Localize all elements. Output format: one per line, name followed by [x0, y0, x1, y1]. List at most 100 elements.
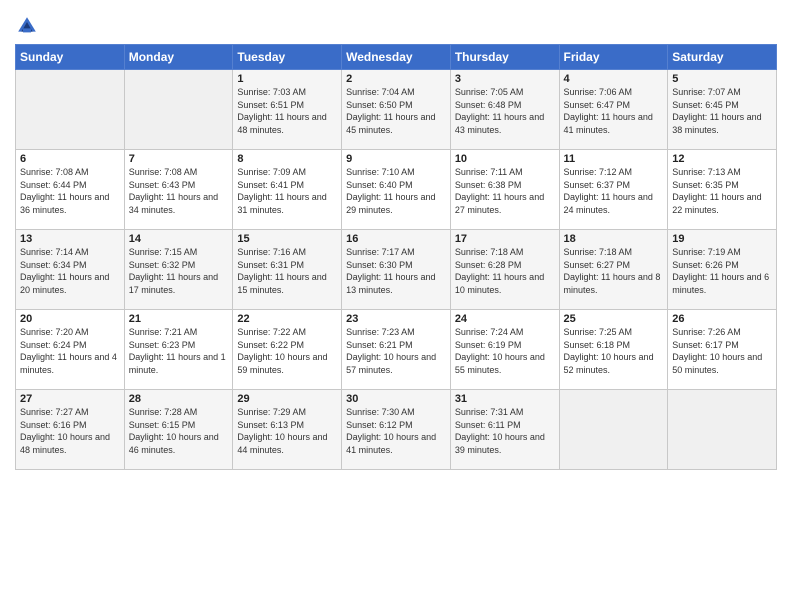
calendar-cell: 23Sunrise: 7:23 AMSunset: 6:21 PMDayligh…: [342, 310, 451, 390]
calendar-cell: 28Sunrise: 7:28 AMSunset: 6:15 PMDayligh…: [124, 390, 233, 470]
day-info: Sunrise: 7:26 AMSunset: 6:17 PMDaylight:…: [672, 326, 772, 376]
day-info: Sunrise: 7:08 AMSunset: 6:44 PMDaylight:…: [20, 166, 120, 216]
logo: [15, 14, 41, 38]
day-number: 22: [237, 313, 337, 325]
day-number: 14: [129, 233, 229, 245]
day-number: 3: [455, 73, 555, 85]
logo-icon: [15, 14, 39, 38]
day-number: 1: [237, 73, 337, 85]
day-info: Sunrise: 7:12 AMSunset: 6:37 PMDaylight:…: [564, 166, 664, 216]
calendar-cell: 20Sunrise: 7:20 AMSunset: 6:24 PMDayligh…: [16, 310, 125, 390]
calendar-cell: 15Sunrise: 7:16 AMSunset: 6:31 PMDayligh…: [233, 230, 342, 310]
calendar-cell: [559, 390, 668, 470]
calendar-cell: [124, 70, 233, 150]
calendar-cell: 25Sunrise: 7:25 AMSunset: 6:18 PMDayligh…: [559, 310, 668, 390]
day-info: Sunrise: 7:27 AMSunset: 6:16 PMDaylight:…: [20, 406, 120, 456]
day-info: Sunrise: 7:23 AMSunset: 6:21 PMDaylight:…: [346, 326, 446, 376]
day-info: Sunrise: 7:07 AMSunset: 6:45 PMDaylight:…: [672, 86, 772, 136]
calendar-cell: 4Sunrise: 7:06 AMSunset: 6:47 PMDaylight…: [559, 70, 668, 150]
day-info: Sunrise: 7:05 AMSunset: 6:48 PMDaylight:…: [455, 86, 555, 136]
day-number: 15: [237, 233, 337, 245]
day-info: Sunrise: 7:03 AMSunset: 6:51 PMDaylight:…: [237, 86, 337, 136]
calendar-cell: 7Sunrise: 7:08 AMSunset: 6:43 PMDaylight…: [124, 150, 233, 230]
calendar-cell: 24Sunrise: 7:24 AMSunset: 6:19 PMDayligh…: [450, 310, 559, 390]
calendar-cell: 22Sunrise: 7:22 AMSunset: 6:22 PMDayligh…: [233, 310, 342, 390]
day-info: Sunrise: 7:18 AMSunset: 6:28 PMDaylight:…: [455, 246, 555, 296]
day-info: Sunrise: 7:31 AMSunset: 6:11 PMDaylight:…: [455, 406, 555, 456]
calendar-cell: 10Sunrise: 7:11 AMSunset: 6:38 PMDayligh…: [450, 150, 559, 230]
day-info: Sunrise: 7:09 AMSunset: 6:41 PMDaylight:…: [237, 166, 337, 216]
calendar-cell: 31Sunrise: 7:31 AMSunset: 6:11 PMDayligh…: [450, 390, 559, 470]
calendar-cell: 14Sunrise: 7:15 AMSunset: 6:32 PMDayligh…: [124, 230, 233, 310]
day-info: Sunrise: 7:25 AMSunset: 6:18 PMDaylight:…: [564, 326, 664, 376]
day-info: Sunrise: 7:24 AMSunset: 6:19 PMDaylight:…: [455, 326, 555, 376]
header: [15, 10, 777, 38]
day-info: Sunrise: 7:29 AMSunset: 6:13 PMDaylight:…: [237, 406, 337, 456]
day-info: Sunrise: 7:20 AMSunset: 6:24 PMDaylight:…: [20, 326, 120, 376]
calendar-cell: 8Sunrise: 7:09 AMSunset: 6:41 PMDaylight…: [233, 150, 342, 230]
calendar-cell: 12Sunrise: 7:13 AMSunset: 6:35 PMDayligh…: [668, 150, 777, 230]
day-number: 8: [237, 153, 337, 165]
calendar-week-5: 27Sunrise: 7:27 AMSunset: 6:16 PMDayligh…: [16, 390, 777, 470]
day-info: Sunrise: 7:15 AMSunset: 6:32 PMDaylight:…: [129, 246, 229, 296]
day-number: 9: [346, 153, 446, 165]
calendar-cell: 16Sunrise: 7:17 AMSunset: 6:30 PMDayligh…: [342, 230, 451, 310]
calendar-cell: 5Sunrise: 7:07 AMSunset: 6:45 PMDaylight…: [668, 70, 777, 150]
day-number: 13: [20, 233, 120, 245]
day-number: 28: [129, 393, 229, 405]
day-number: 20: [20, 313, 120, 325]
day-number: 5: [672, 73, 772, 85]
day-number: 31: [455, 393, 555, 405]
calendar-cell: [668, 390, 777, 470]
day-number: 25: [564, 313, 664, 325]
calendar-week-1: 1Sunrise: 7:03 AMSunset: 6:51 PMDaylight…: [16, 70, 777, 150]
calendar-page: SundayMondayTuesdayWednesdayThursdayFrid…: [0, 0, 792, 612]
calendar-cell: 30Sunrise: 7:30 AMSunset: 6:12 PMDayligh…: [342, 390, 451, 470]
day-number: 2: [346, 73, 446, 85]
day-info: Sunrise: 7:30 AMSunset: 6:12 PMDaylight:…: [346, 406, 446, 456]
weekday-header-tuesday: Tuesday: [233, 45, 342, 70]
day-info: Sunrise: 7:14 AMSunset: 6:34 PMDaylight:…: [20, 246, 120, 296]
calendar-cell: 27Sunrise: 7:27 AMSunset: 6:16 PMDayligh…: [16, 390, 125, 470]
day-number: 12: [672, 153, 772, 165]
day-info: Sunrise: 7:21 AMSunset: 6:23 PMDaylight:…: [129, 326, 229, 376]
day-info: Sunrise: 7:22 AMSunset: 6:22 PMDaylight:…: [237, 326, 337, 376]
weekday-header-saturday: Saturday: [668, 45, 777, 70]
calendar-table: SundayMondayTuesdayWednesdayThursdayFrid…: [15, 44, 777, 470]
day-info: Sunrise: 7:08 AMSunset: 6:43 PMDaylight:…: [129, 166, 229, 216]
weekday-header-thursday: Thursday: [450, 45, 559, 70]
day-number: 4: [564, 73, 664, 85]
calendar-cell: 17Sunrise: 7:18 AMSunset: 6:28 PMDayligh…: [450, 230, 559, 310]
day-number: 7: [129, 153, 229, 165]
calendar-cell: 2Sunrise: 7:04 AMSunset: 6:50 PMDaylight…: [342, 70, 451, 150]
calendar-week-4: 20Sunrise: 7:20 AMSunset: 6:24 PMDayligh…: [16, 310, 777, 390]
day-number: 11: [564, 153, 664, 165]
calendar-cell: [16, 70, 125, 150]
calendar-cell: 3Sunrise: 7:05 AMSunset: 6:48 PMDaylight…: [450, 70, 559, 150]
day-number: 19: [672, 233, 772, 245]
calendar-cell: 26Sunrise: 7:26 AMSunset: 6:17 PMDayligh…: [668, 310, 777, 390]
day-number: 23: [346, 313, 446, 325]
weekday-header-sunday: Sunday: [16, 45, 125, 70]
day-number: 30: [346, 393, 446, 405]
calendar-cell: 18Sunrise: 7:18 AMSunset: 6:27 PMDayligh…: [559, 230, 668, 310]
day-number: 10: [455, 153, 555, 165]
day-number: 17: [455, 233, 555, 245]
weekday-header-friday: Friday: [559, 45, 668, 70]
day-info: Sunrise: 7:11 AMSunset: 6:38 PMDaylight:…: [455, 166, 555, 216]
calendar-cell: 11Sunrise: 7:12 AMSunset: 6:37 PMDayligh…: [559, 150, 668, 230]
calendar-cell: 13Sunrise: 7:14 AMSunset: 6:34 PMDayligh…: [16, 230, 125, 310]
weekday-header-wednesday: Wednesday: [342, 45, 451, 70]
day-info: Sunrise: 7:04 AMSunset: 6:50 PMDaylight:…: [346, 86, 446, 136]
day-info: Sunrise: 7:18 AMSunset: 6:27 PMDaylight:…: [564, 246, 664, 296]
day-info: Sunrise: 7:28 AMSunset: 6:15 PMDaylight:…: [129, 406, 229, 456]
day-info: Sunrise: 7:16 AMSunset: 6:31 PMDaylight:…: [237, 246, 337, 296]
day-number: 16: [346, 233, 446, 245]
calendar-cell: 1Sunrise: 7:03 AMSunset: 6:51 PMDaylight…: [233, 70, 342, 150]
weekday-header-monday: Monday: [124, 45, 233, 70]
calendar-week-3: 13Sunrise: 7:14 AMSunset: 6:34 PMDayligh…: [16, 230, 777, 310]
day-number: 24: [455, 313, 555, 325]
calendar-cell: 21Sunrise: 7:21 AMSunset: 6:23 PMDayligh…: [124, 310, 233, 390]
day-number: 26: [672, 313, 772, 325]
day-info: Sunrise: 7:17 AMSunset: 6:30 PMDaylight:…: [346, 246, 446, 296]
